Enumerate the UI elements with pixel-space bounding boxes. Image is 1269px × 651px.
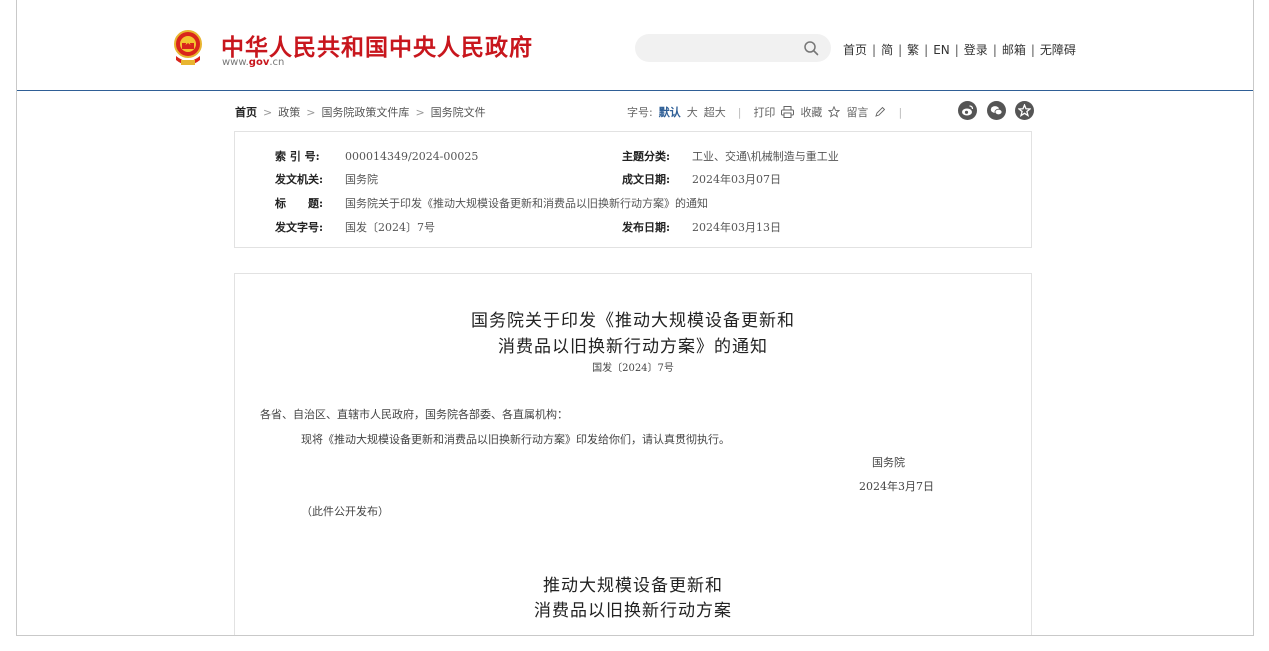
info-date: 成文日期: 2024年03月07日	[622, 173, 781, 186]
plan-title-line-1: 推动大规模设备更新和	[543, 576, 723, 596]
search-input[interactable]	[647, 38, 797, 58]
nav-home-link[interactable]: 首页	[843, 43, 867, 57]
printer-icon[interactable]	[781, 106, 795, 118]
nav-mail-link[interactable]: 邮箱	[1002, 43, 1026, 57]
doc-number: 国发〔2024〕7号	[592, 363, 674, 374]
document-info-box: 索 引 号: 000014349/2024-00025 主题分类: 工业、交通\机械…	[234, 131, 1032, 248]
info-publish-date: 发布日期: 2024年03月13日	[622, 221, 781, 234]
plan-title-line-2: 消费品以旧换新行动方案	[534, 601, 732, 621]
info-topic: 主题分类: 工业、交通\机械制造与重工业	[622, 150, 839, 163]
search-box	[635, 34, 831, 62]
font-large-button[interactable]: 大	[687, 104, 698, 120]
search-icon[interactable]	[803, 40, 819, 56]
site-url: www.gov.cn	[222, 57, 284, 68]
nav-traditional-link[interactable]: 繁	[907, 43, 919, 57]
star-icon[interactable]	[828, 106, 841, 118]
doc-salutation: 各省、自治区、直辖市人民政府，国务院各部委、各直属机构：	[260, 408, 568, 421]
breadcrumb: 首页 > 政策 > 国务院政策文件库 > 国务院文件	[235, 106, 486, 119]
wechat-share-icon[interactable]	[987, 101, 1006, 120]
doc-title-line-2: 消费品以旧换新行动方案》的通知	[498, 337, 768, 357]
favorite-button[interactable]: 收藏	[800, 104, 822, 120]
info-issuer: 发文机关: 国务院	[275, 173, 378, 186]
nav-simplified-link[interactable]: 简	[881, 43, 893, 57]
nav-english-link[interactable]: EN	[933, 43, 950, 57]
nav-login-link[interactable]: 登录	[964, 43, 988, 57]
doc-title-line-1: 国务院关于印发《推动大规模设备更新和	[471, 311, 795, 331]
browser-frame: 中华人民共和国中央人民政府 www.gov.cn 首页 | 简 | 繁 | EN | 登录 | 邮箱…	[16, 0, 1254, 636]
comment-button[interactable]: 留言	[846, 104, 868, 120]
site-url-suffix: .cn	[269, 57, 285, 68]
doc-body-paragraph: 现将《推动大规模设备更新和消费品以旧换新行动方案》印发给你们，请认真贯彻执行。	[301, 433, 730, 446]
national-emblem-icon[interactable]	[173, 30, 203, 68]
doc-sign-date: 2024年3月7日	[859, 480, 934, 493]
breadcrumb-state-council-docs[interactable]: 国务院文件	[431, 106, 486, 119]
site-url-gov: gov	[248, 57, 270, 68]
site-header: 中华人民共和国中央人民政府 www.gov.cn 首页 | 简 | 繁 | EN | 登录 | 邮箱…	[17, 0, 1253, 91]
font-xlarge-button[interactable]: 超大	[704, 104, 726, 120]
doc-public-note: （此件公开发布）	[301, 505, 389, 518]
favorite-share-icon[interactable]	[1015, 101, 1034, 120]
info-docno: 发文字号: 国发〔2024〕7号	[275, 221, 435, 234]
info-index: 索 引 号: 000014349/2024-00025	[275, 150, 479, 163]
info-title: 标 题: 国务院关于印发《推动大规模设备更新和消费品以旧换新行动方案》的通知	[275, 197, 708, 210]
document-body: 国务院关于印发《推动大规模设备更新和 消费品以旧换新行动方案》的通知 国发〔20…	[234, 273, 1032, 635]
site-url-prefix: www.	[222, 57, 249, 68]
print-button[interactable]: 打印	[753, 104, 775, 120]
font-default-button[interactable]: 默认	[659, 104, 681, 120]
doc-signer: 国务院	[872, 456, 905, 469]
pencil-icon[interactable]	[874, 106, 886, 118]
page-tools: 字号: 默认 大 超大 | 打印 收藏 留言 |	[627, 104, 903, 120]
breadcrumb-home[interactable]: 首页	[235, 106, 257, 119]
nav-accessibility-link[interactable]: 无障碍	[1040, 43, 1076, 57]
breadcrumb-policy-library[interactable]: 国务院政策文件库	[321, 106, 409, 119]
top-nav: 首页 | 简 | 繁 | EN | 登录 | 邮箱 | 无障碍	[843, 43, 1076, 57]
breadcrumb-policy[interactable]: 政策	[278, 106, 300, 119]
font-size-label: 字号:	[627, 106, 653, 119]
weibo-share-icon[interactable]	[958, 101, 977, 120]
